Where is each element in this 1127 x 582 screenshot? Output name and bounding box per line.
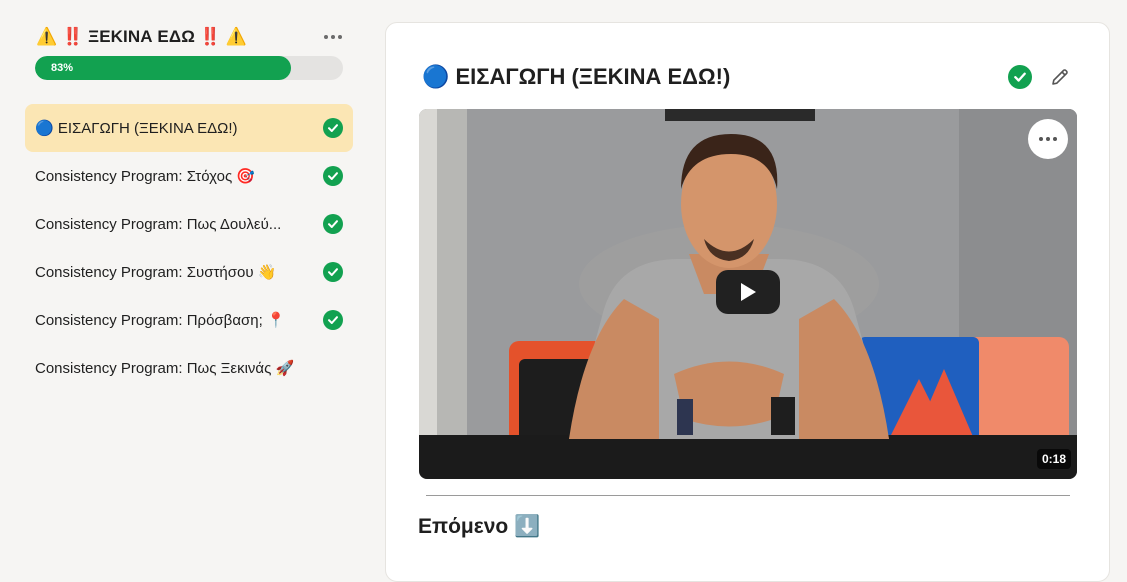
section-title: ⚠️ ‼️ ΞΕΚΙΝΑ ΕΔΩ ‼️ ⚠️ [36, 27, 248, 46]
lesson-list: 🔵 ΕΙΣΑΓΩΓΗ (ΞΕΚΙΝΑ ΕΔΩ!) Consistency Pro… [25, 104, 353, 392]
section-more-button[interactable] [320, 27, 346, 47]
video-duration: 0:18 [1036, 449, 1071, 469]
more-dots-icon [324, 35, 328, 39]
section-header: ⚠️ ‼️ ΞΕΚΙΝΑ ΕΔΩ ‼️ ⚠️ [36, 24, 346, 50]
lesson-item[interactable]: Consistency Program: Πρόσβαση; 📍 [25, 296, 353, 344]
play-icon [741, 283, 756, 301]
check-circle-icon [323, 166, 343, 186]
lesson-title: 🔵 ΕΙΣΑΓΩΓΗ (ΞΕΚΙΝΑ ΕΔΩ!) [422, 64, 731, 89]
check-circle-icon [323, 310, 343, 330]
lesson-label: 🔵 ΕΙΣΑΓΩΓΗ (ΞΕΚΙΝΑ ΕΔΩ!) [35, 120, 238, 137]
lesson-item[interactable]: 🔵 ΕΙΣΑΓΩΓΗ (ΞΕΚΙΝΑ ΕΔΩ!) [25, 104, 353, 152]
course-sidebar: ⚠️ ‼️ ΞΕΚΙΝΑ ΕΔΩ ‼️ ⚠️ 83% 🔵 ΕΙΣΑΓΩΓΗ (Ξ… [0, 0, 370, 570]
check-circle-icon [323, 118, 343, 138]
course-progress-bar: 83% [35, 56, 343, 80]
lesson-item[interactable]: Consistency Program: Συστήσου 👋 [25, 248, 353, 296]
lesson-item[interactable]: Consistency Program: Πως Δουλεύ... [25, 200, 353, 248]
lesson-label: Consistency Program: Πρόσβαση; 📍 [35, 312, 286, 329]
pencil-icon[interactable] [1048, 65, 1072, 89]
lesson-item[interactable]: Consistency Program: Στόχος 🎯 [25, 152, 353, 200]
more-dots-icon [1039, 137, 1043, 141]
check-circle-icon [323, 262, 343, 282]
video-player[interactable]: 0:18 [419, 109, 1077, 479]
lesson-content-card: 🔵 ΕΙΣΑΓΩΓΗ (ΞΕΚΙΝΑ ΕΔΩ!) 0:18 Επόμενο ⬇️ [385, 22, 1110, 582]
lesson-label: Consistency Program: Συστήσου 👋 [35, 264, 277, 281]
check-circle-icon [323, 214, 343, 234]
lesson-label: Consistency Program: Πως Ξεκινάς 🚀 [35, 360, 295, 377]
progress-fill: 83% [35, 56, 291, 80]
next-heading: Επόμενο ⬇️ [418, 515, 541, 538]
lesson-item[interactable]: Consistency Program: Πως Ξεκινάς 🚀 [25, 344, 353, 392]
lesson-label: Consistency Program: Στόχος 🎯 [35, 168, 256, 185]
check-circle-icon[interactable] [1008, 65, 1032, 89]
video-more-button[interactable] [1028, 119, 1068, 159]
progress-label: 83% [51, 62, 74, 74]
play-button[interactable] [716, 270, 780, 314]
lesson-header-actions [1008, 65, 1072, 89]
lesson-header: 🔵 ΕΙΣΑΓΩΓΗ (ΞΕΚΙΝΑ ΕΔΩ!) [422, 61, 1072, 93]
content-divider [426, 495, 1070, 496]
lesson-label: Consistency Program: Πως Δουλεύ... [35, 215, 282, 233]
